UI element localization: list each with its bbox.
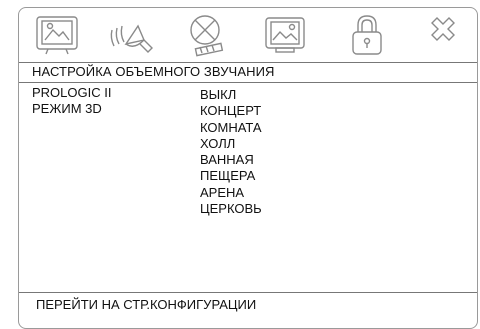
- password-setup-icon[interactable]: [340, 10, 394, 58]
- options-list: ВЫКЛ КОНЦЕРТ КОМНАТА ХОЛЛ ВАННАЯ ПЕЩЕРА …: [200, 87, 262, 217]
- option-bathroom[interactable]: ВАННАЯ: [200, 152, 262, 168]
- page-title: НАСТРОЙКА ОБЪЕМНОГО ЗВУЧАНИЯ: [32, 64, 275, 79]
- general-setup-icon[interactable]: [30, 10, 84, 58]
- menu-item-3d-mode[interactable]: РЕЖИМ 3D: [32, 101, 111, 117]
- option-off[interactable]: ВЫКЛ: [200, 87, 262, 103]
- option-hall[interactable]: ХОЛЛ: [200, 136, 262, 152]
- video-setup-icon[interactable]: [258, 10, 312, 58]
- exit-icon[interactable]: [416, 10, 470, 58]
- audio-setup-icon[interactable]: [104, 10, 158, 58]
- menu-item-prologic[interactable]: PROLOGIC II: [32, 85, 111, 101]
- option-church[interactable]: ЦЕРКОВЬ: [200, 201, 262, 217]
- option-concert[interactable]: КОНЦЕРТ: [200, 103, 262, 119]
- footer-divider: [19, 292, 477, 293]
- title-bottom-divider: [19, 82, 477, 83]
- setup-toolbar: [22, 10, 472, 60]
- settings-menu: PROLOGIC II РЕЖИМ 3D: [32, 85, 111, 116]
- dolby-setup-icon[interactable]: [178, 10, 232, 58]
- option-cave[interactable]: ПЕЩЕРА: [200, 168, 262, 184]
- option-arena[interactable]: АРЕНА: [200, 185, 262, 201]
- footer-status: ПЕРЕЙТИ НА СТР.КОНФИГУРАЦИИ: [36, 297, 257, 312]
- option-room[interactable]: КОМНАТА: [200, 120, 262, 136]
- title-top-divider: [19, 62, 477, 63]
